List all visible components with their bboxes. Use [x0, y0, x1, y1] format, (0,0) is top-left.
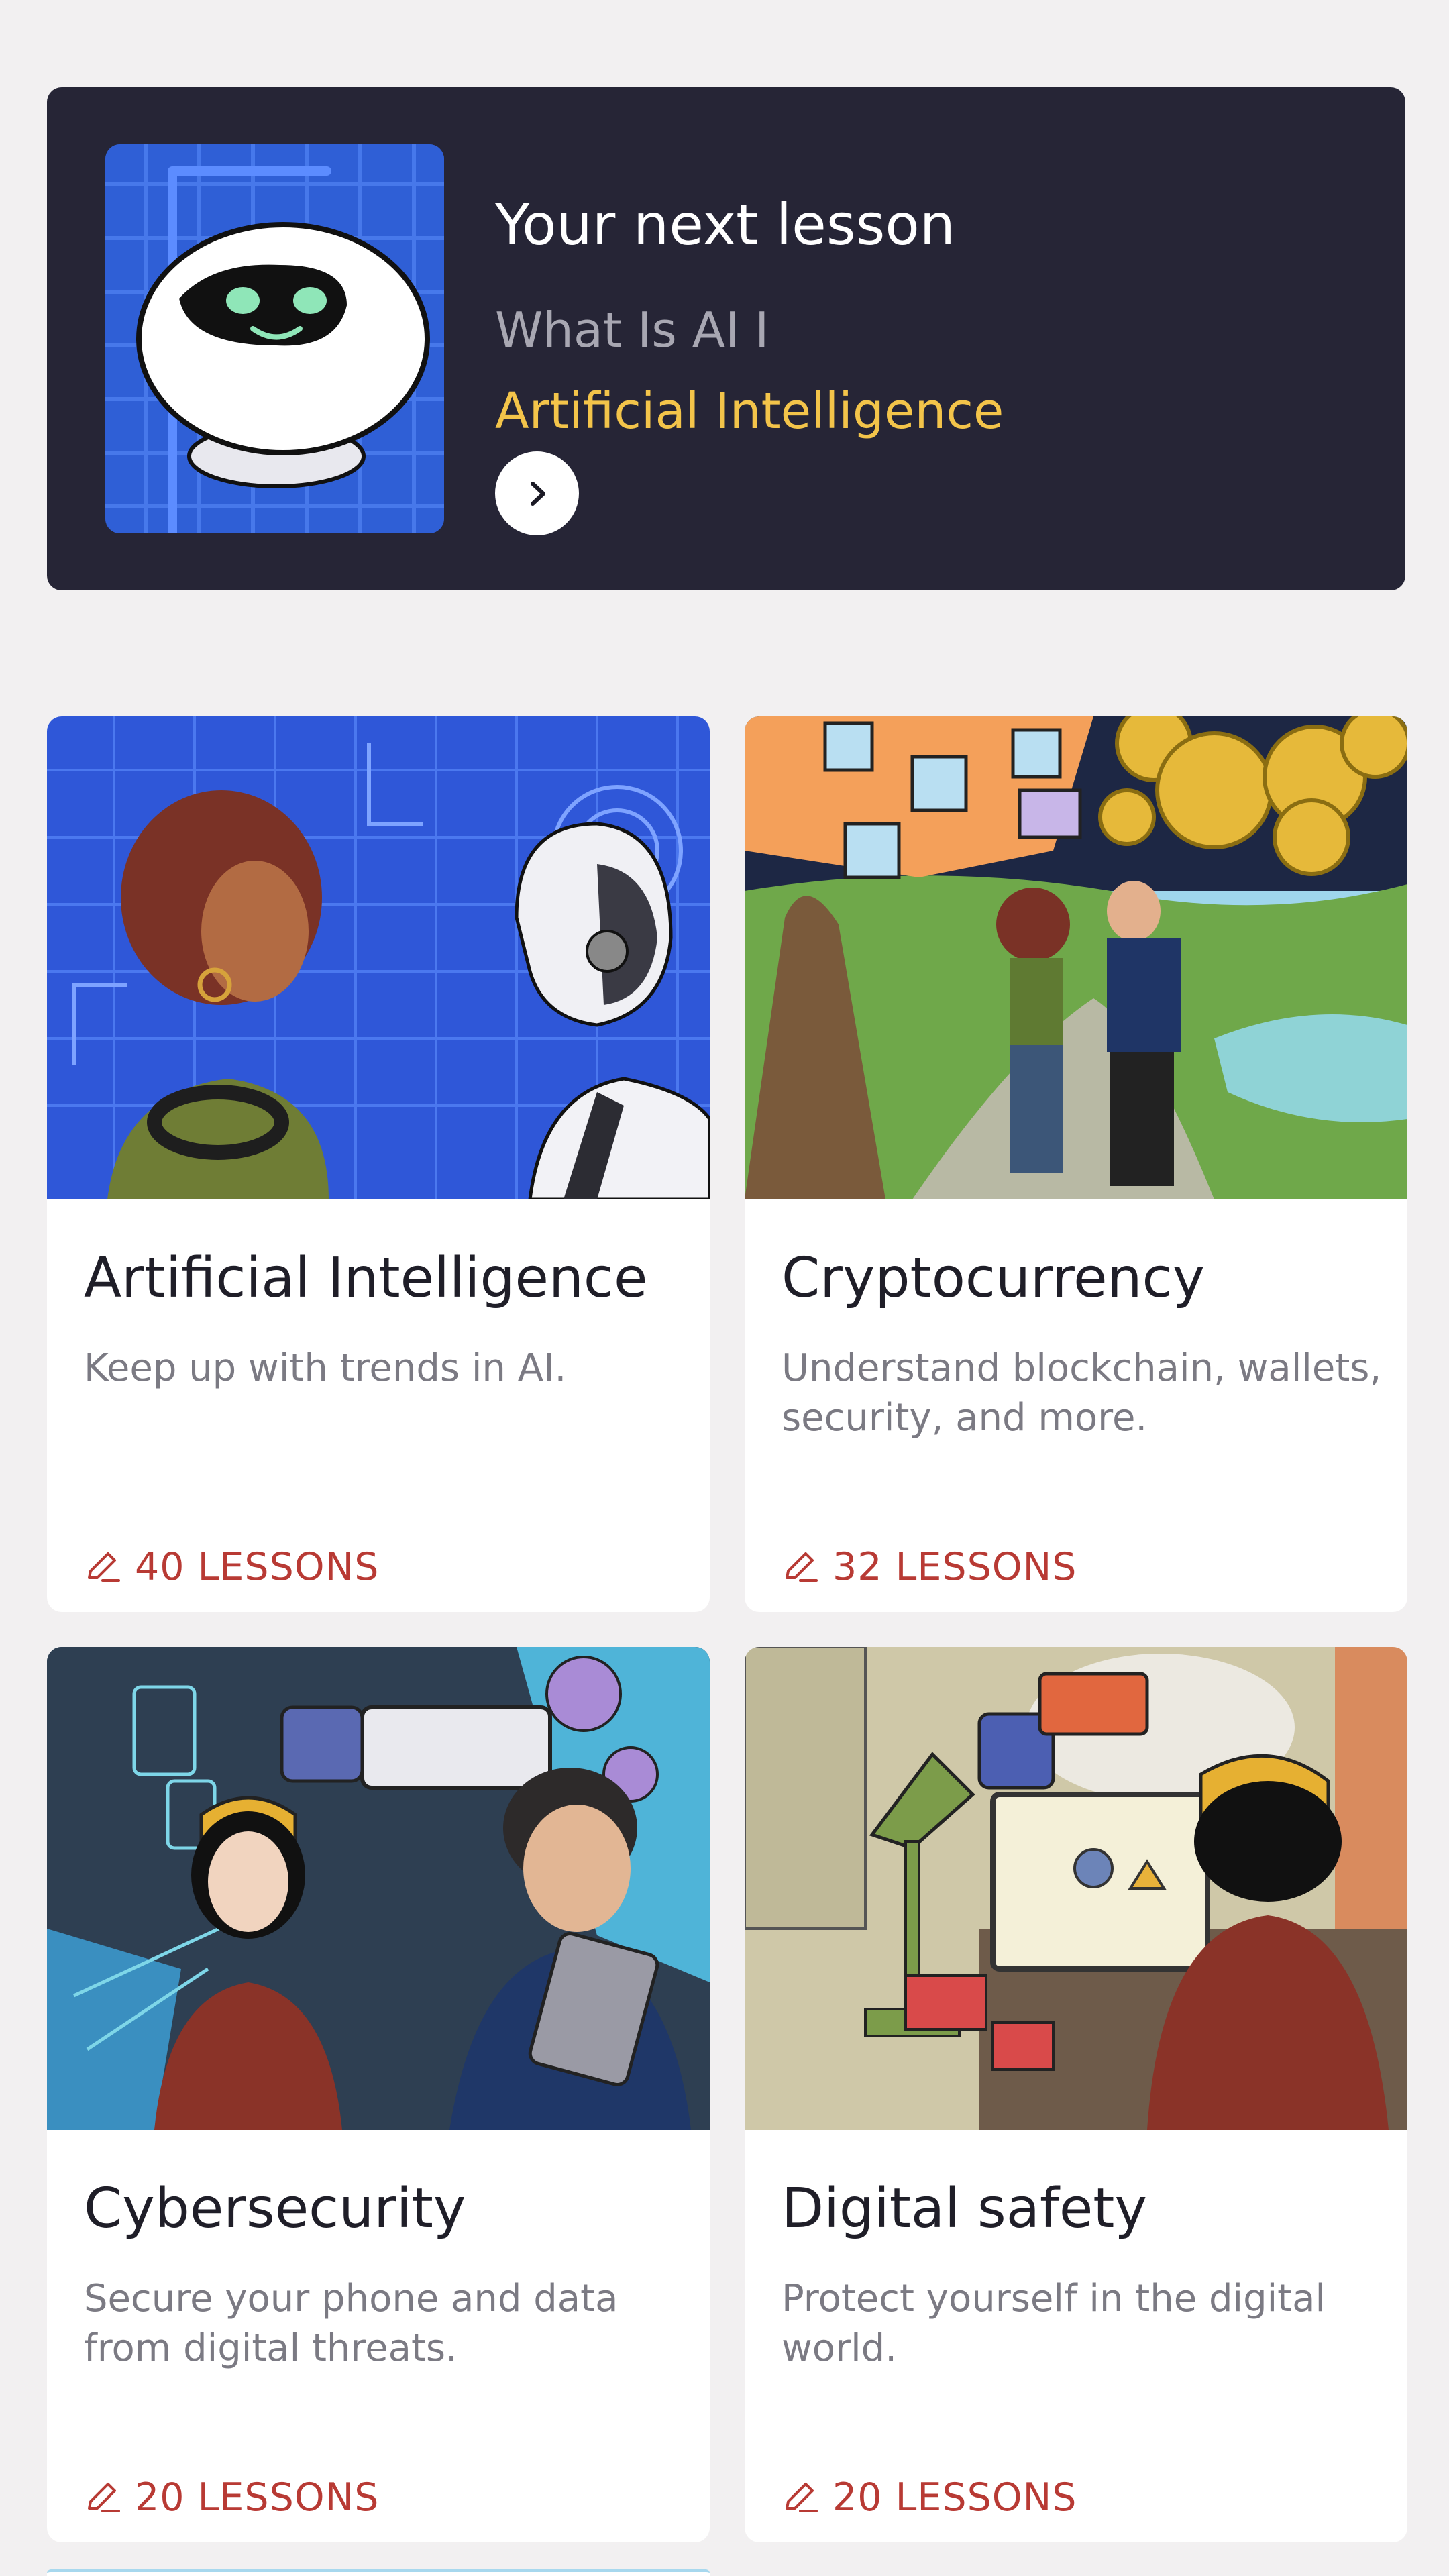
cybersecurity-illustration: [47, 1647, 710, 2130]
next-lesson-heading: Your next lesson: [495, 192, 955, 258]
course-title: Cybersecurity: [84, 2177, 466, 2241]
lesson-count-label: 32 LESSONS: [833, 1545, 1077, 1589]
pencil-icon: [88, 2483, 120, 2512]
pencil-icon: [786, 1552, 818, 1582]
course-title: Artificial Intelligence: [84, 1246, 648, 1310]
course-description: Secure your phone and data from digital …: [84, 2277, 619, 2370]
courses-page: Your next lesson What Is AI I Artificial…: [0, 0, 1449, 2576]
next-lesson-card[interactable]: Your next lesson What Is AI I Artificial…: [47, 87, 1405, 590]
lesson-count-label: 20 LESSONS: [135, 2475, 380, 2520]
course-title: Digital safety: [782, 2177, 1147, 2241]
pencil-icon: [88, 1552, 120, 1582]
lesson-count: 40 LESSONS: [84, 1545, 379, 1589]
pencil-icon: [786, 2483, 818, 2512]
next-lesson-name: What Is AI I: [495, 302, 769, 358]
crypto-illustration: [745, 716, 1407, 1199]
lesson-count-label: 20 LESSONS: [833, 2475, 1077, 2520]
ai-illustration: [47, 716, 710, 1199]
course-card-digital-safety[interactable]: Digital safety Protect yourself in the d…: [745, 1647, 1407, 2542]
next-lesson-start-button[interactable]: [495, 451, 579, 535]
next-lesson-course: Artificial Intelligence: [495, 382, 1004, 440]
course-card-cybersecurity[interactable]: Cybersecurity Secure your phone and data…: [47, 1647, 710, 2542]
course-description: Keep up with trends in AI.: [84, 1346, 567, 1390]
robot-illustration: [105, 144, 444, 533]
lesson-count: 20 LESSONS: [782, 2475, 1077, 2520]
lesson-count: 20 LESSONS: [84, 2475, 379, 2520]
course-card-cryptocurrency[interactable]: Cryptocurrency Understand blockchain, wa…: [745, 716, 1407, 1612]
course-title: Cryptocurrency: [782, 1246, 1205, 1310]
course-description: Understand blockchain, wallets, security…: [782, 1346, 1382, 1440]
next-course-card-peek: [47, 2569, 710, 2576]
digital-safety-illustration: [745, 1647, 1407, 2130]
course-card-artificial-intelligence[interactable]: Artificial Intelligence Keep up with tre…: [47, 716, 710, 1612]
lesson-count-label: 40 LESSONS: [135, 1545, 380, 1589]
lesson-count: 32 LESSONS: [782, 1545, 1077, 1589]
chevron-right-icon: [530, 481, 545, 506]
course-description: Protect yourself in the digital world.: [782, 2277, 1326, 2370]
